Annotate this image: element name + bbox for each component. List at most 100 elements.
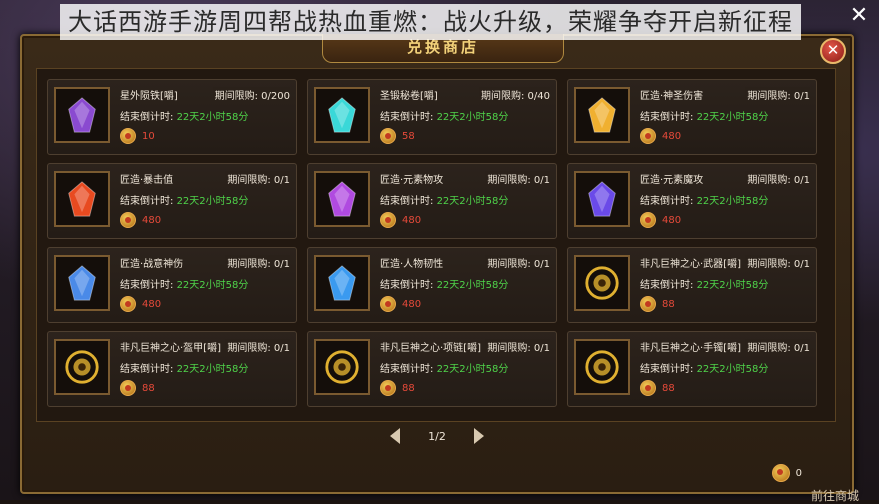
golden-emblem-icon	[585, 350, 619, 384]
item-thumbnail[interactable]	[574, 87, 630, 143]
item-price: 480	[380, 295, 421, 313]
countdown-value: 22天2小时58分	[176, 112, 249, 123]
limit-value: 0/1	[273, 259, 290, 270]
countdown-value: 22天2小时58分	[176, 196, 249, 207]
close-icon[interactable]: ✕	[849, 5, 869, 27]
purchase-limit: 期间限购: 0/200	[212, 87, 290, 102]
currency-coin-icon	[120, 128, 136, 144]
item-thumbnail[interactable]	[314, 87, 370, 143]
price-value: 88	[662, 298, 675, 310]
countdown-label: 结束倒计时:	[120, 364, 174, 375]
countdown-label: 结束倒计时:	[120, 112, 174, 123]
shop-item-card[interactable]: 星外陨铁[嚼] 期间限购: 0/200 结束倒计时: 22天2小时58分 10	[47, 79, 297, 155]
purple-ore-icon	[68, 97, 96, 133]
end-countdown: 结束倒计时: 22天2小时58分	[380, 360, 508, 375]
shop-item-card[interactable]: 匠造·元素魔攻 期间限购: 0/1 结束倒计时: 22天2小时58分 480	[567, 163, 817, 239]
limit-label: 期间限购:	[227, 343, 271, 354]
countdown-label: 结束倒计时:	[640, 112, 694, 123]
countdown-value: 22天2小时58分	[436, 280, 509, 291]
price-value: 480	[142, 214, 162, 226]
currency-coin-icon	[771, 464, 790, 482]
limit-label: 期间限购:	[747, 175, 791, 186]
purchase-limit: 期间限购: 0/1	[225, 339, 290, 354]
item-price: 88	[120, 379, 155, 397]
item-price: 88	[640, 295, 675, 313]
countdown-label: 结束倒计时:	[380, 364, 434, 375]
limit-value: 0/1	[793, 343, 810, 354]
shop-item-card[interactable]: 非凡巨神之心·武器[嚼] 期间限购: 0/1 结束倒计时: 22天2小时58分 88	[567, 247, 817, 323]
shop-item-card[interactable]: 非凡巨神之心·手镯[嚼] 期间限购: 0/1 结束倒计时: 22天2小时58分 88	[567, 331, 817, 407]
limit-label: 期间限购:	[227, 259, 271, 270]
price-value: 480	[402, 214, 422, 226]
item-name: 匠造·神圣伤害	[640, 91, 704, 102]
window-close-button[interactable]: ✕	[820, 38, 846, 64]
gold-crystal-icon	[588, 97, 616, 133]
blue-violet-crystal-icon	[588, 181, 616, 217]
item-price: 480	[120, 295, 161, 313]
countdown-label: 结束倒计时:	[120, 280, 174, 291]
limit-value: 0/1	[793, 175, 810, 186]
balance-value: 0	[795, 467, 802, 479]
purchase-limit: 期间限购: 0/1	[225, 255, 290, 270]
countdown-value: 22天2小时58分	[436, 364, 509, 375]
item-thumbnail[interactable]	[574, 171, 630, 227]
shop-item-card[interactable]: 匠造·神圣伤害 期间限购: 0/1 结束倒计时: 22天2小时58分 480	[567, 79, 817, 155]
item-name: 匠造·人物韧性	[380, 259, 444, 270]
item-name: 圣锻秘卷[嚼]	[380, 91, 438, 102]
cyan-scroll-icon	[328, 97, 356, 133]
item-thumbnail[interactable]	[54, 171, 110, 227]
item-thumbnail[interactable]	[574, 255, 630, 311]
item-thumbnail[interactable]	[314, 339, 370, 395]
item-name: 匠造·暴击值	[120, 175, 174, 186]
limit-label: 期间限购:	[487, 175, 531, 186]
end-countdown: 结束倒计时: 22天2小时58分	[640, 192, 768, 207]
limit-label: 期间限购:	[487, 343, 531, 354]
item-price: 480	[380, 211, 421, 229]
countdown-value: 22天2小时58分	[436, 196, 509, 207]
limit-label: 期间限购:	[747, 343, 791, 354]
article-caption: 大话西游手游周四帮战热血重燃：战火升级，荣耀争夺开启新征程	[60, 4, 801, 40]
currency-coin-icon	[640, 128, 656, 144]
end-countdown: 结束倒计时: 22天2小时58分	[380, 276, 508, 291]
item-name: 非凡巨神之心·手镯[嚼]	[640, 343, 741, 354]
shop-item-card[interactable]: 圣锻秘卷[嚼] 期间限购: 0/40 结束倒计时: 22天2小时58分 58	[307, 79, 557, 155]
limit-value: 0/1	[273, 175, 290, 186]
purchase-limit: 期间限购: 0/1	[745, 255, 810, 270]
shop-item-card[interactable]: 非凡巨神之心·项链[嚼] 期间限购: 0/1 结束倒计时: 22天2小时58分 88	[307, 331, 557, 407]
violet-crystal-icon	[328, 181, 356, 217]
currency-coin-icon	[380, 380, 396, 396]
shop-item-card[interactable]: 匠造·元素物攻 期间限购: 0/1 结束倒计时: 22天2小时58分 480	[307, 163, 557, 239]
shop-item-card[interactable]: 匠造·战意神伤 期间限购: 0/1 结束倒计时: 22天2小时58分 480	[47, 247, 297, 323]
end-countdown: 结束倒计时: 22天2小时58分	[640, 108, 768, 123]
item-thumbnail[interactable]	[314, 255, 370, 311]
page-indicator: 1/2	[428, 429, 446, 443]
limit-label: 期间限购:	[227, 175, 271, 186]
item-thumbnail[interactable]	[54, 339, 110, 395]
limit-value: 0/1	[273, 343, 290, 354]
currency-coin-icon	[380, 128, 396, 144]
purchase-limit: 期间限购: 0/1	[745, 339, 810, 354]
item-price: 58	[380, 127, 415, 145]
price-value: 480	[142, 298, 162, 310]
limit-value: 0/1	[533, 343, 550, 354]
shop-item-card[interactable]: 匠造·暴击值 期间限购: 0/1 结束倒计时: 22天2小时58分 480	[47, 163, 297, 239]
limit-value: 0/1	[793, 259, 810, 270]
item-thumbnail[interactable]	[54, 255, 110, 311]
currency-coin-icon	[120, 212, 136, 228]
limit-label: 期间限购:	[747, 91, 791, 102]
limit-value: 0/1	[533, 259, 550, 270]
pagination: 1/2	[22, 424, 852, 448]
shop-item-card[interactable]: 匠造·人物韧性 期间限购: 0/1 结束倒计时: 22天2小时58分 480	[307, 247, 557, 323]
item-thumbnail[interactable]	[574, 339, 630, 395]
price-value: 480	[662, 214, 682, 226]
shop-item-card[interactable]: 非凡巨神之心·盔甲[嚼] 期间限购: 0/1 结束倒计时: 22天2小时58分 88	[47, 331, 297, 407]
prev-page-arrow-icon[interactable]	[390, 428, 401, 444]
item-name: 非凡巨神之心·武器[嚼]	[640, 259, 741, 270]
end-countdown: 结束倒计时: 22天2小时58分	[640, 276, 768, 291]
limit-label: 期间限购:	[747, 259, 791, 270]
red-crystal-icon	[68, 181, 96, 217]
item-thumbnail[interactable]	[314, 171, 370, 227]
next-page-arrow-icon[interactable]	[473, 428, 484, 444]
goto-shop-link[interactable]: 前往商城	[811, 487, 859, 504]
item-thumbnail[interactable]	[54, 87, 110, 143]
